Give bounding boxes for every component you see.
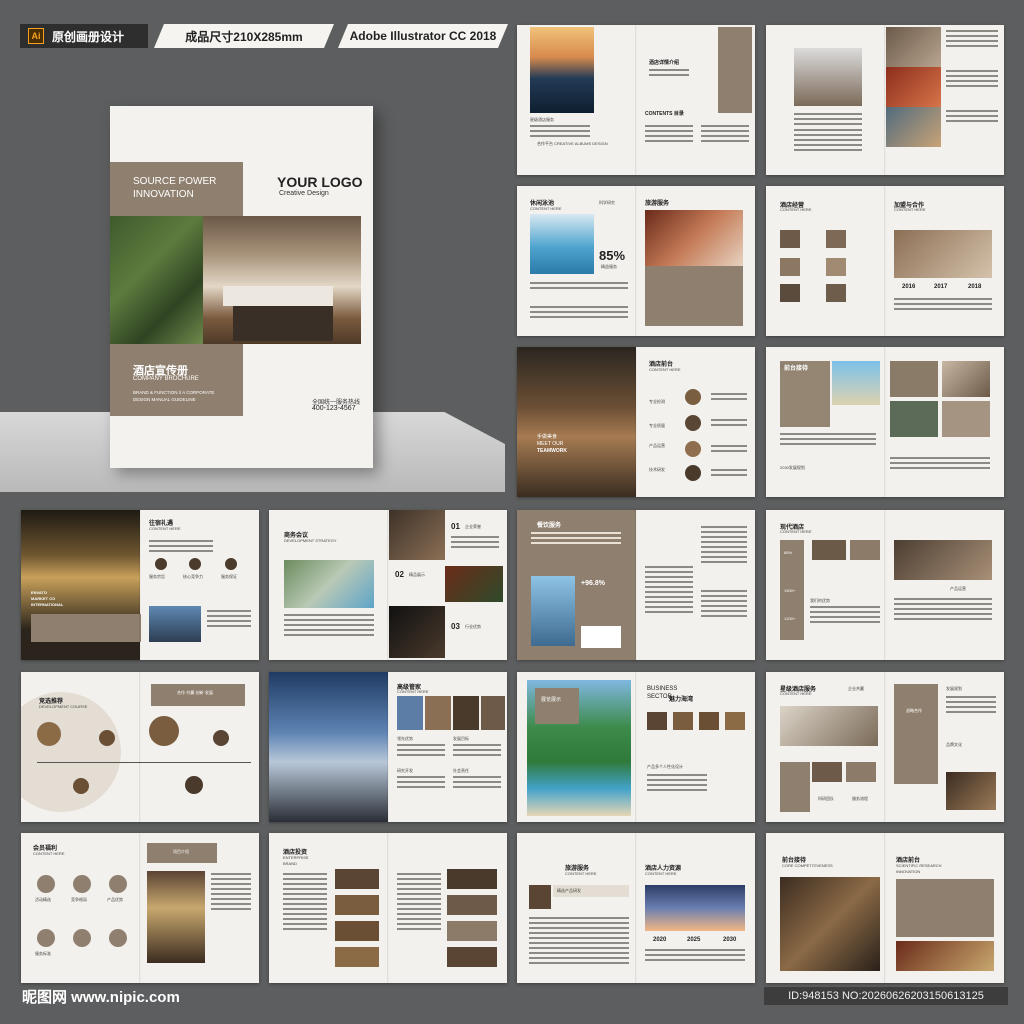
spread-7: ENVATO MARKET CO INTERNATIONAL 往宿礼遇 CONT… [21,510,259,660]
spread-5: 手做美食 MEET OUR TEAMWORK 酒店前台 CONTENT HERE… [517,347,755,497]
cover-hotline: 400-123-4567 [312,405,356,412]
spread-9: 餐饮服务 +96.8% [517,510,755,660]
service-photo [645,210,743,266]
cover-tagline-2: INNOVATION [133,189,194,200]
spread-13: 展览展示 BUSINESS SECTOR 魅力海湾 产品多个人性化设计 [517,672,755,822]
skyscraper-photo [269,672,388,822]
room-photo [147,871,205,963]
pool-photo [530,214,594,274]
spread-3: 休闲泳池 CONTENT HERE 科学研究 85% 精益服务 旅游服务 [517,186,755,336]
brochure-cover: SOURCE POWER INNOVATION YOUR LOGO Creati… [110,106,373,468]
resort-photo [530,27,594,113]
spread-18: 前台接待 CORE COMPETITIVENESS 酒店前台 SCIENTIFI… [766,833,1004,983]
spread-16: 酒店投资 ENTERPRISE BRAND [269,833,507,983]
spread-15: 会员福利 CONTENT HERE 活动精选 竞争格局 产品优势 服务标准 项目… [21,833,259,983]
design-tag: Ai 原创画册设计 [20,24,148,48]
cover-logo-sub: Creative Design [279,190,329,197]
spread-4: 酒店经营 CONTENT HERE 加盟与合作 CONTENT HERE 201… [766,186,1004,336]
spread-12: 高级管家 CONTENT HERE 领先优势 发展目标 研究开发 社会责任 [269,672,507,822]
spread-17: 旅游服务 CONTENT HERE 精选产品研发 酒店人力资源 CONTENT … [517,833,755,983]
spread-6: 前台接待 CONTENT HERE 前台接待 2030发展规划 [766,347,1004,497]
staff-photo [780,877,880,971]
lounge-photo [894,230,992,278]
adobe-illustrator-icon: Ai [28,28,44,44]
spread-10: 现代酒店 CONTENT HERE 85% 1500+ 1200+ 我们的优势 … [766,510,1004,660]
cover-logo: YOUR LOGO [277,174,363,190]
lobby-staff-photo [780,706,878,746]
cover-forest-photo [110,216,203,344]
cover-title-en: COMPANY BROCHURE [133,376,199,382]
aerial-photo [284,560,374,608]
cover-bar-photo [203,216,361,344]
chef-photo [794,48,862,106]
cover-tagline-block: SOURCE POWER INNOVATION [110,162,243,216]
cover-title-block: 酒店宣传册 COMPANY BROCHURE BRAND & FUNCTION … [110,344,243,416]
size-tag: 成品尺寸210X285mm [154,24,334,48]
tower-photo [531,576,575,646]
spread-1: 星级酒店服务 合作平台 CREATIVE ALBUMS DESIGN 酒店详情介… [517,25,755,175]
spread-14: 星级酒店服务 CONTENT HERE 企业共赢 科研团队 服务流程 战略合作 … [766,672,1004,822]
watermark: 昵图网 www.nipic.com [22,989,180,1006]
software-tag: Adobe Illustrator CC 2018 [338,24,508,48]
lobby-photo [517,347,636,497]
spread-11: 竞选推荐 DEVELOPMENT COURSE 合作·共赢·创新·发展 [21,672,259,822]
burj-photo [645,885,745,931]
spread-2 [766,25,1004,175]
beach-photo [832,361,880,405]
image-id-label: ID:948153 NO:20260626203150613125 [764,987,1008,1005]
meeting-photo [894,540,992,580]
cover-tagline-1: SOURCE POWER [133,176,217,187]
spread-8: 商务会议 DEVELOPMENT STRATEGY 01 企业荣誉 02 精品展… [269,510,507,660]
